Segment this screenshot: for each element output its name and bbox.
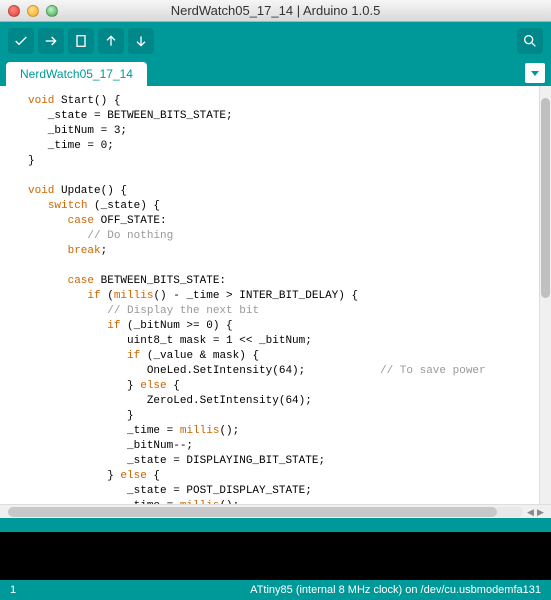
close-icon[interactable]: [8, 5, 20, 17]
toolbar: [0, 22, 551, 60]
horizontal-scrollbar-thumb[interactable]: [8, 507, 497, 517]
minimize-icon[interactable]: [27, 5, 39, 17]
chevron-down-icon: [530, 68, 540, 78]
status-board-info: ATtiny85 (internal 8 MHz clock) on /dev/…: [250, 584, 541, 596]
new-button[interactable]: [68, 28, 94, 54]
status-bar: 1 ATtiny85 (internal 8 MHz clock) on /de…: [0, 580, 551, 600]
scroll-right-icon[interactable]: ▶: [537, 507, 547, 517]
serial-monitor-button[interactable]: [517, 28, 543, 54]
arrow-down-icon: [133, 33, 149, 49]
upload-button[interactable]: [38, 28, 64, 54]
traffic-lights: [8, 5, 58, 17]
file-icon: [73, 33, 89, 49]
check-icon: [13, 33, 29, 49]
open-button[interactable]: [98, 28, 124, 54]
window-title: NerdWatch05_17_14 | Arduino 1.0.5: [0, 3, 551, 18]
tab-menu-button[interactable]: [525, 63, 545, 83]
window-titlebar: NerdWatch05_17_14 | Arduino 1.0.5: [0, 0, 551, 22]
arrow-right-icon: [43, 33, 59, 49]
scroll-left-icon[interactable]: ◀: [527, 507, 537, 517]
message-area: [0, 518, 551, 532]
vertical-scrollbar[interactable]: [539, 86, 551, 504]
maximize-icon[interactable]: [46, 5, 58, 17]
save-button[interactable]: [128, 28, 154, 54]
tab-active[interactable]: NerdWatch05_17_14: [6, 62, 147, 86]
tab-bar: NerdWatch05_17_14: [0, 60, 551, 86]
horizontal-scrollbar-track[interactable]: [8, 507, 523, 517]
arrow-up-icon: [103, 33, 119, 49]
status-line-number: 1: [10, 584, 16, 596]
search-icon: [522, 33, 538, 49]
verify-button[interactable]: [8, 28, 34, 54]
horizontal-scrollbar[interactable]: ◀ ▶: [0, 504, 551, 518]
editor-area: void Start() { _state = BETWEEN_BITS_STA…: [0, 86, 551, 504]
console-output[interactable]: [0, 532, 551, 580]
code-editor[interactable]: void Start() { _state = BETWEEN_BITS_STA…: [0, 86, 539, 504]
vertical-scrollbar-thumb[interactable]: [541, 98, 550, 298]
